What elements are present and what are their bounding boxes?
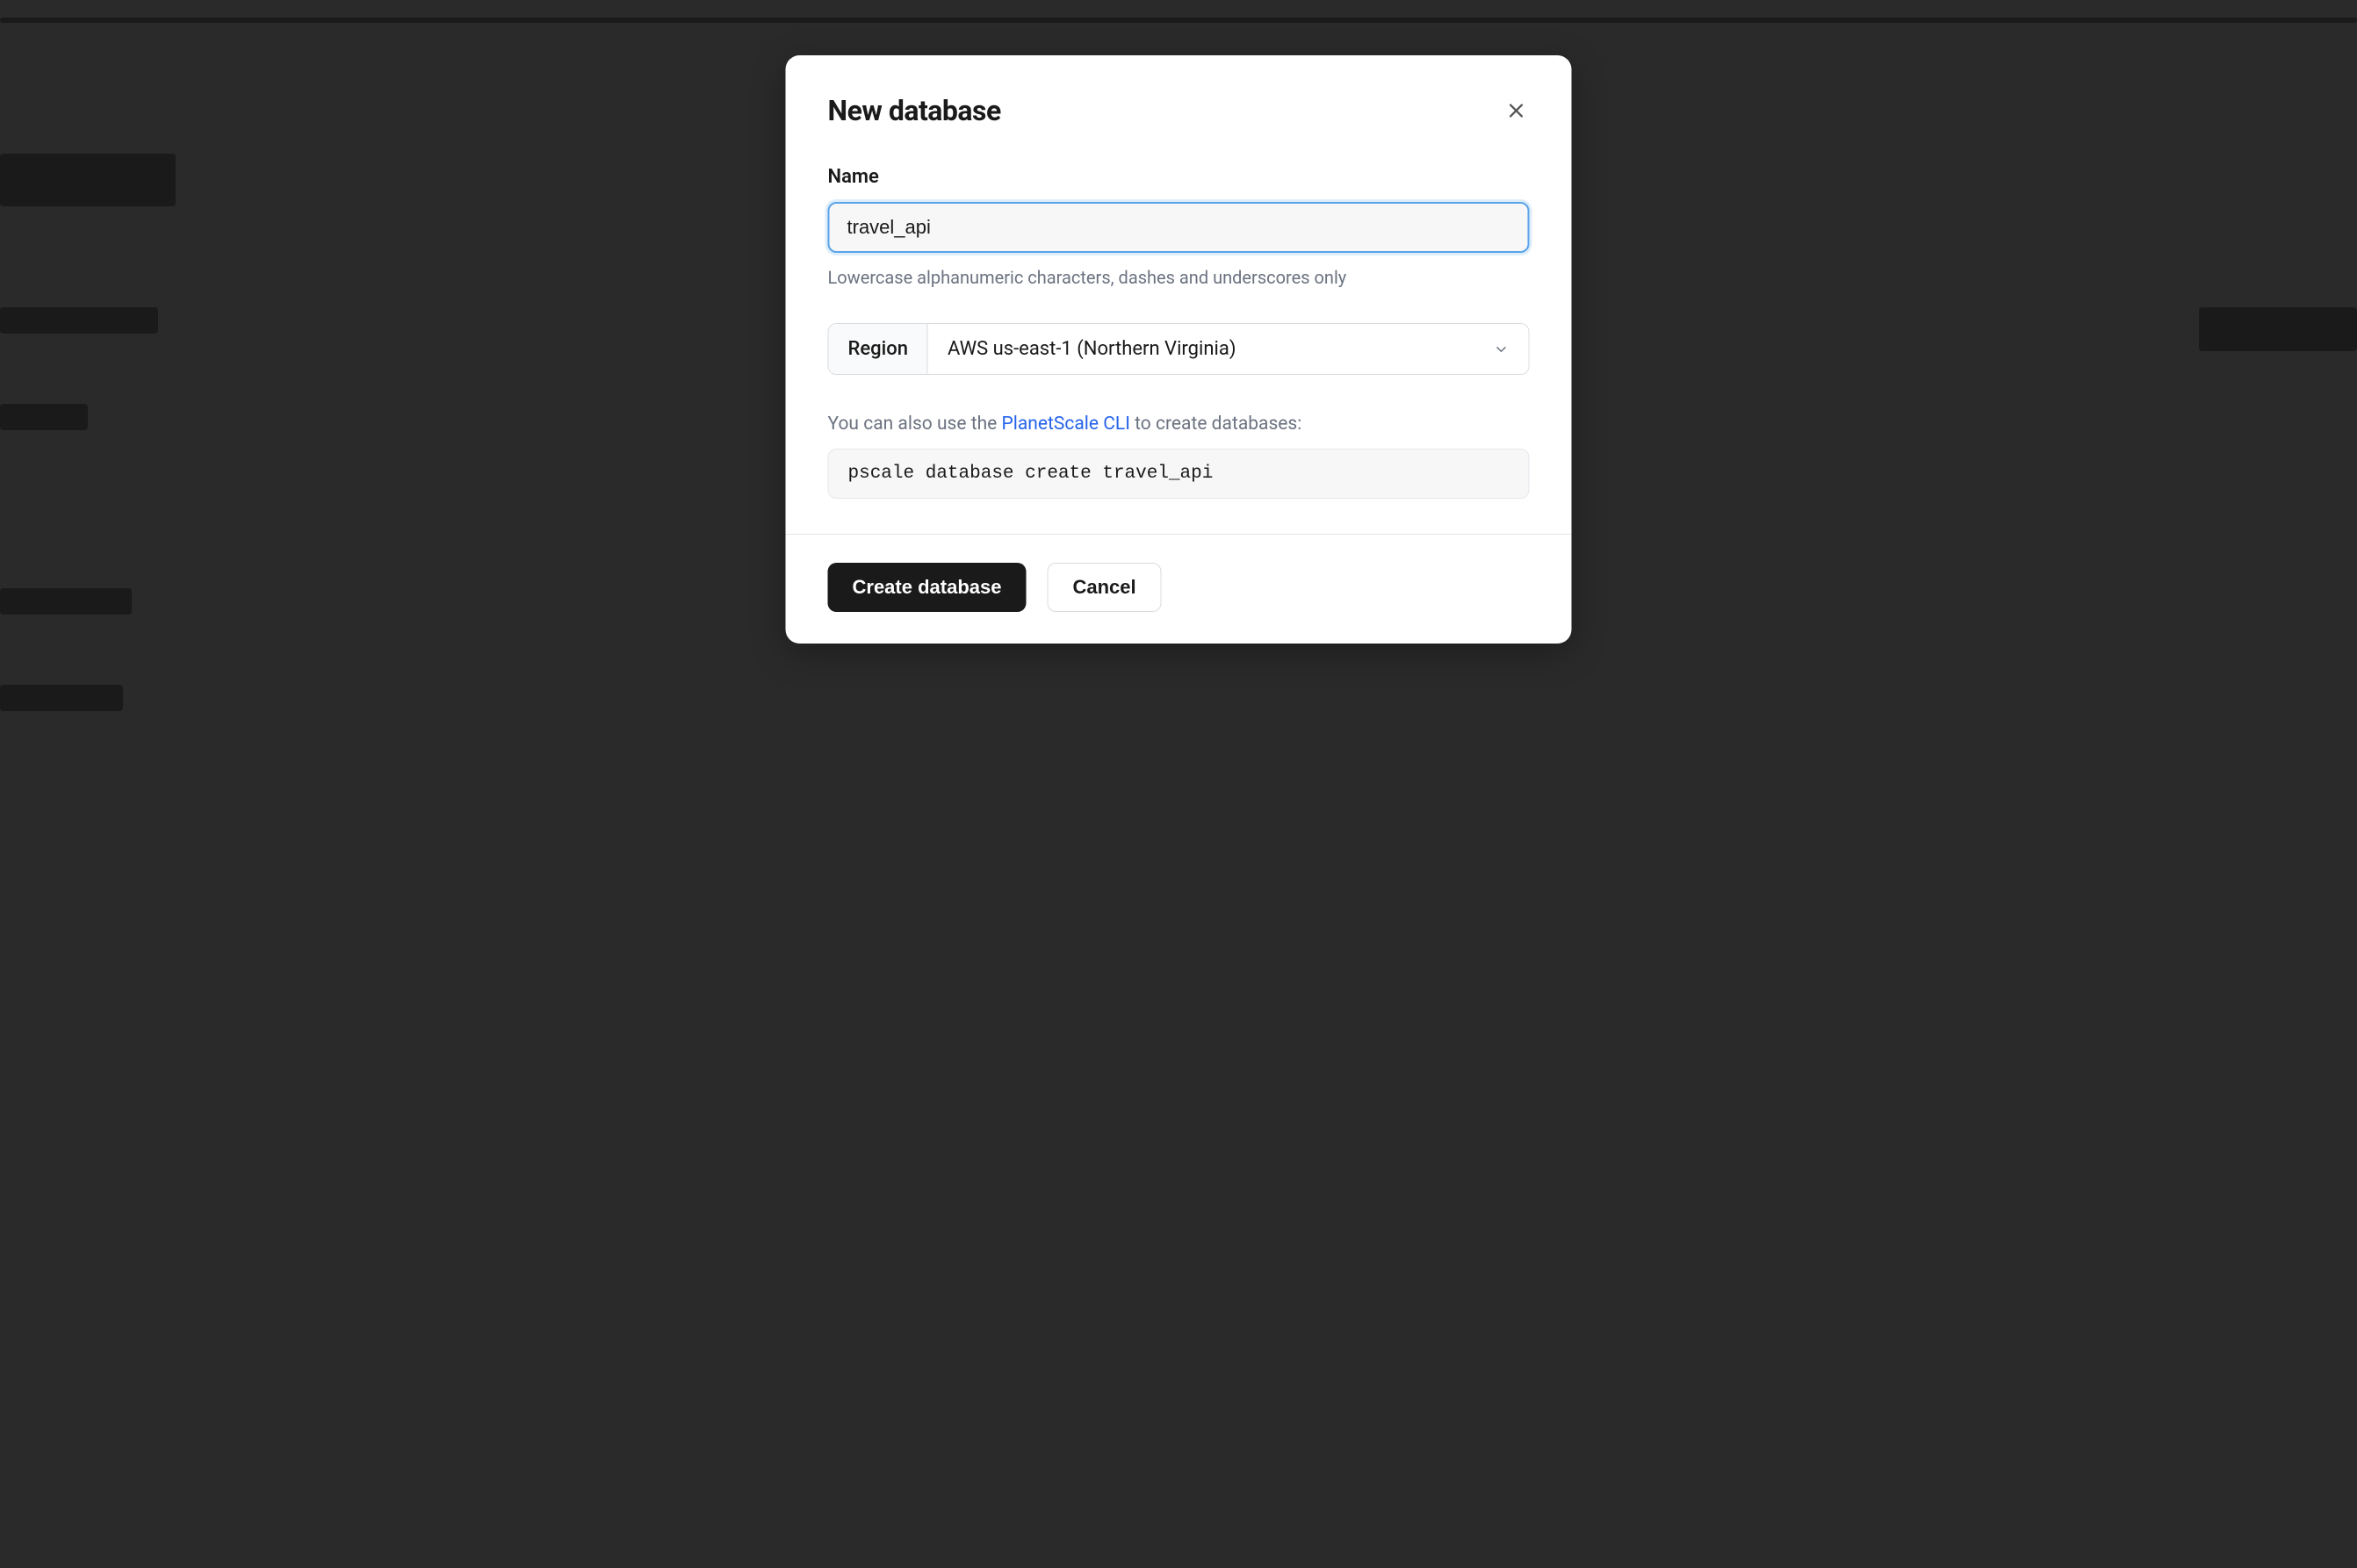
planetscale-cli-link[interactable]: PlanetScale CLI [1002,414,1130,435]
modal-footer: Create database Cancel [786,534,1572,644]
region-row: Region AWS us-east-1 (Northern Virginia) [828,323,1530,375]
modal-title: New database [828,94,1001,127]
modal-body: New database Name Lowercase alphanumeric… [786,55,1572,534]
cancel-button[interactable]: Cancel [1047,563,1161,612]
cli-prefix: You can also use the [828,414,1002,435]
close-icon [1507,101,1526,120]
name-help-text: Lowercase alphanumeric characters, dashe… [828,267,1530,288]
region-label: Region [829,324,928,374]
region-selected-value: AWS us-east-1 (Northern Virginia) [948,338,1236,360]
new-database-modal: New database Name Lowercase alphanumeric… [786,55,1572,644]
cli-suffix: to create databases: [1130,414,1301,435]
create-database-button[interactable]: Create database [828,563,1027,612]
modal-header: New database [828,94,1530,127]
close-button[interactable] [1503,97,1530,124]
name-label: Name [828,166,1530,188]
database-name-input[interactable] [828,202,1530,253]
cli-help-text: You can also use the PlanetScale CLI to … [828,414,1530,435]
region-select[interactable]: AWS us-east-1 (Northern Virginia) [928,324,1529,374]
chevron-down-icon [1494,342,1510,357]
cli-command-block: pscale database create travel_api [828,449,1530,499]
